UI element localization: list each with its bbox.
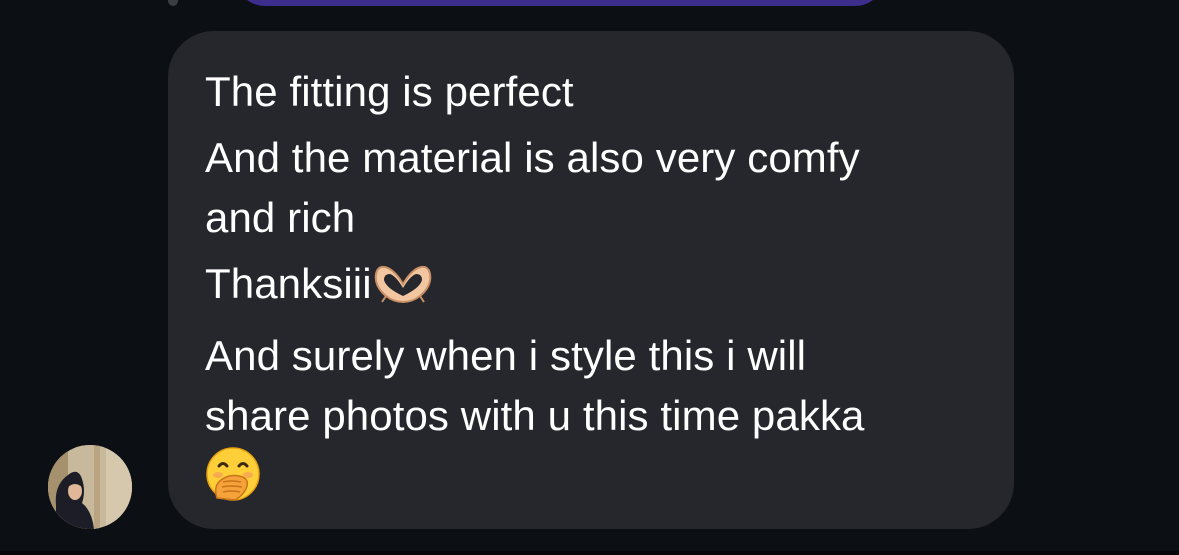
message-line-text: Thanksiii bbox=[205, 260, 372, 307]
message-line: The fitting is perfect bbox=[205, 68, 574, 115]
chat-view: The fitting is perfect And the material … bbox=[0, 0, 1179, 555]
message-line: share photos with u this time pakka bbox=[205, 392, 865, 439]
message-line-emoji bbox=[205, 446, 984, 518]
message-bubble[interactable]: The fitting is perfect And the material … bbox=[168, 31, 1014, 529]
heart-hands-icon bbox=[372, 260, 434, 320]
message-line-thanks: Thanksiii bbox=[205, 254, 984, 320]
message-line: and rich bbox=[205, 194, 356, 241]
previous-message-tail bbox=[168, 0, 178, 6]
message-line: And surely when i style this i will bbox=[205, 332, 807, 379]
message-line: And the material is also very comfy bbox=[205, 134, 860, 181]
previous-message-bubble[interactable] bbox=[235, 0, 885, 6]
face-with-hand-over-mouth-icon bbox=[205, 446, 261, 518]
bottom-divider bbox=[0, 551, 1179, 555]
avatar-photo bbox=[48, 445, 132, 529]
sender-avatar[interactable] bbox=[48, 445, 132, 529]
